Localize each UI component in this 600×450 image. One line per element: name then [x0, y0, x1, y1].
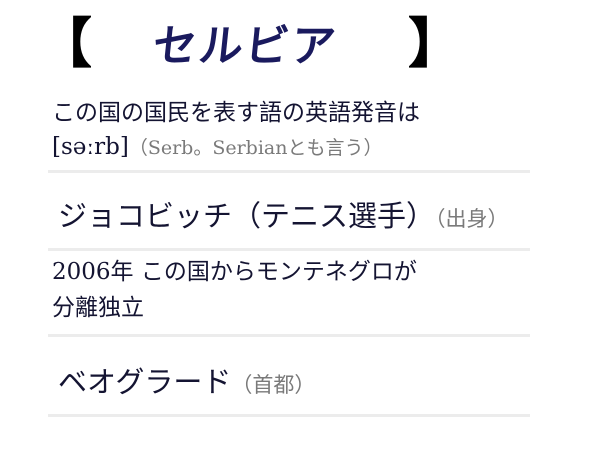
question-card: この国の国民を表す語の英語発音は [səːrb]（Serb。Serbianとも言…: [48, 96, 530, 173]
page-title: セルビア: [150, 21, 340, 72]
answer-card-2: 2006年 この国からモンテネグロが 分離独立: [48, 254, 530, 337]
answer-3-text: ベオグラード: [58, 365, 232, 399]
title-open-bracket: 【: [38, 12, 92, 75]
pronunciation: [səːrb]: [52, 134, 129, 160]
answer-2-line-2: 分離独立: [52, 295, 144, 321]
answer-1: ジョコビッチ（テニス選手）（出身）: [58, 196, 509, 239]
answer-card-3: ベオグラード（首都）: [48, 354, 530, 417]
answer-3: ベオグラード（首都）: [58, 362, 315, 405]
title-close-bracket: 】: [408, 12, 462, 75]
answer-3-note: （首都）: [231, 373, 316, 397]
answer-card-1: ジョコビッチ（テニス選手）（出身）: [48, 188, 530, 251]
answer-2-line-1: 2006年 この国からモンテネグロが: [52, 259, 417, 285]
answer-1-note: （出身）: [435, 207, 509, 231]
pronunciation-note: （Serb。Serbianとも言う）: [128, 137, 383, 159]
quiz-card-page: 【 セルビア 】 この国の国民を表す語の英語発音は [səːrb]（Serb。S…: [0, 0, 600, 450]
title-row: 【 セルビア 】: [38, 12, 462, 84]
pronunciation-line: [səːrb]（Serb。Serbianとも言う）: [52, 132, 382, 163]
answer-1-text: ジョコビッチ（テニス選手）: [58, 199, 436, 233]
question-text: この国の国民を表す語の英語発音は: [52, 100, 420, 126]
